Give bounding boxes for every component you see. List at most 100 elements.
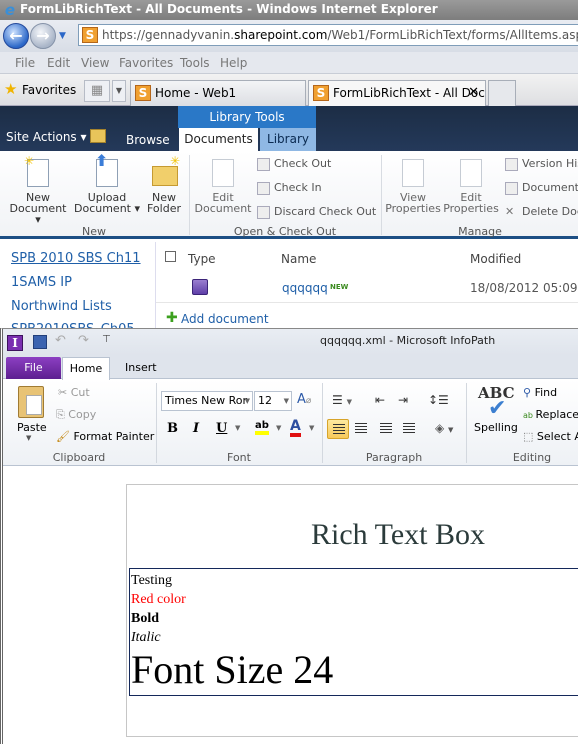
favorites-star-icon[interactable]: ★ [4,81,17,97]
tab-library[interactable]: Library [260,128,316,151]
label: Find [534,386,558,399]
edit-properties-button[interactable]: Edit Properties [443,158,499,214]
version-history-icon [505,157,518,171]
select-all-button[interactable]: ⬚ Select A [523,430,578,443]
browser-tab-formlib[interactable]: S FormLibRichText - All Doc... ✕ [308,80,486,106]
font-color-button[interactable]: A [290,419,301,437]
menu-tools[interactable]: Tools [180,55,210,71]
font-color-dropdown-icon[interactable]: ▼ [309,424,314,432]
new-tab-button[interactable] [488,80,516,106]
site-actions-menu[interactable]: Site Actions ▾ [6,129,87,145]
column-header-modified[interactable]: Modified [470,252,521,266]
column-header-name[interactable]: Name [281,252,316,266]
upload-document-button[interactable]: ⬆ Upload Document ▾ [74,153,140,215]
font-name-select[interactable]: Times New Ror ▼ [161,391,253,411]
discard-check-out-button[interactable]: Discard Check Out [257,205,376,219]
paste-icon[interactable] [18,386,44,418]
history-dropdown-icon[interactable]: ▼ [59,31,69,41]
group-label-manage: Manage [458,225,502,238]
url-path: /Web1/FormLibRichText/forms/AllItems.asp… [327,28,578,42]
align-right-button[interactable] [380,423,392,434]
line-spacing-icon[interactable]: ↕☰ [428,393,449,407]
document-name-link[interactable]: qqqqqq [282,281,328,295]
document-permissions-button[interactable]: Document [505,181,578,195]
save-icon[interactable] [33,335,47,349]
align-left-button[interactable] [327,419,349,439]
group-separator [189,155,190,235]
quick-launch-link[interactable]: SPB 2010 SBS Ch11 [11,251,141,267]
infopath-form-icon [192,279,208,295]
tab-home[interactable]: Home [62,357,110,380]
copy-button[interactable]: ⎘ Copy [56,408,96,421]
infopath-app-icon[interactable]: I [7,335,23,351]
version-history-button[interactable]: Version His [505,157,578,171]
select-all-checkbox[interactable] [165,251,176,262]
quick-tabs-icon[interactable]: ▦ [84,80,110,102]
format-painter-button[interactable]: 🖌 Format Painter [56,430,154,443]
menu-edit[interactable]: Edit [47,55,70,71]
label: Select A [536,430,578,443]
find-button[interactable]: ⚲ Find [523,386,557,399]
shading-icon[interactable]: ◈ ▼ [435,421,453,435]
label: Version His [522,157,578,170]
paste-dropdown-icon[interactable]: ▼ [26,434,31,442]
quick-launch-link[interactable]: 1SAMS IP [11,275,72,291]
edit-document-button[interactable]: Edit Document [194,158,252,214]
tab-file[interactable]: File [6,357,61,379]
tab-list-dropdown-icon[interactable]: ▼ [112,80,126,102]
font-color-icon: A [290,418,301,434]
column-header-type[interactable]: Type [188,252,216,266]
quick-launch-link[interactable]: Northwind Lists [11,299,112,315]
check-in-button[interactable]: Check In [257,181,322,195]
new-document-button[interactable]: ✳ New Document ▾ [6,155,70,226]
underline-dropdown-icon[interactable]: ▼ [235,424,240,432]
group-label-editing: Editing [512,451,552,464]
bold-button[interactable]: B [167,421,178,437]
favorites-button[interactable]: Favorites [22,82,76,98]
label: Document ▾ [9,202,67,226]
back-button[interactable]: ← [3,23,29,49]
menu-view[interactable]: View [81,55,109,71]
align-center-button[interactable] [355,423,367,434]
clear-formatting-icon[interactable]: A⌀ [297,392,311,407]
new-folder-button[interactable]: ✳ New Folder [144,155,184,214]
menu-file[interactable]: File [15,55,35,71]
cut-button[interactable]: ✂ Cut [58,386,90,399]
browser-tab-home[interactable]: S Home - Web1 [130,80,306,106]
view-properties-icon [399,158,427,188]
bullets-icon[interactable]: ☰ ▼ [332,393,352,407]
forward-button[interactable]: → [30,23,56,49]
close-tab-icon[interactable]: ✕ [468,81,479,105]
group-label-font: Font [227,451,251,464]
menu-help[interactable]: Help [220,55,247,71]
highlight-icon: ab [255,420,269,431]
italic-button[interactable]: I [193,421,199,437]
navigate-up-icon[interactable] [90,129,106,143]
decrease-indent-icon[interactable]: ⇤ [375,393,385,407]
menu-favorites[interactable]: Favorites [119,55,173,71]
highlight-dropdown-icon[interactable]: ▼ [276,424,281,432]
tab-documents[interactable]: Documents [179,128,258,151]
customize-toolbar-icon[interactable]: ⊤ [102,334,111,345]
increase-indent-icon[interactable]: ⇥ [398,393,408,407]
check-out-button[interactable]: Check Out [257,157,331,171]
tab-insert[interactable]: Insert [125,361,157,375]
tab-browse[interactable]: Browse [126,133,170,147]
paste-button[interactable]: Paste [17,421,47,434]
underline-button[interactable]: U [216,421,227,437]
view-properties-button[interactable]: View Properties [385,158,441,214]
justify-button[interactable] [403,423,415,434]
sharepoint-favicon-icon: S [82,27,98,43]
redo-icon[interactable]: ↷ [78,333,89,348]
replace-button[interactable]: ab Replace [523,408,578,422]
delete-document-button[interactable]: ✕ Delete Doc [505,205,578,219]
address-url[interactable]: https://gennadyvanin.sharepoint.com/Web1… [102,27,578,43]
add-document-link[interactable]: Add document [181,312,269,326]
new-badge: NEW [330,283,349,291]
highlight-button[interactable]: ab [255,421,269,435]
undo-icon[interactable]: ↶ [55,333,66,348]
spelling-button[interactable]: Spelling [474,421,518,434]
font-size-select[interactable]: 12 ▼ [254,391,292,411]
label: Properties [385,202,441,215]
select-icon: ⬚ [523,430,537,443]
